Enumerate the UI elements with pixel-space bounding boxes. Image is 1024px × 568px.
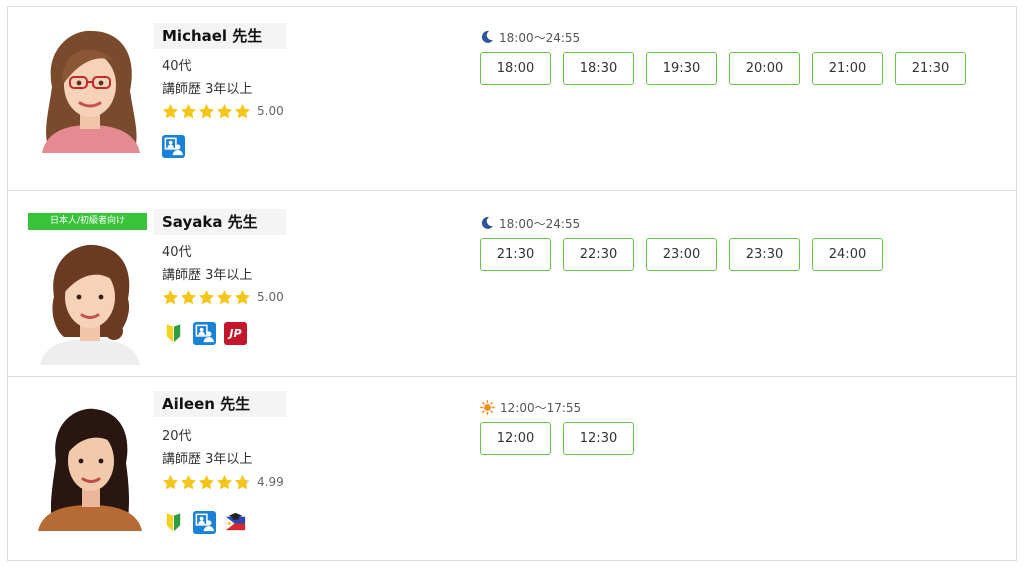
- teacher-experience: 講師歴 3年以上: [162, 82, 253, 97]
- online-lesson-icon: [162, 135, 185, 158]
- star-icon: [216, 289, 233, 306]
- star-icon: [180, 474, 197, 491]
- time-slots: 12:00 12:30: [480, 422, 634, 455]
- online-lesson-icon: [193, 322, 216, 345]
- time-range: 12:00〜17:55: [500, 400, 582, 415]
- moon-icon: [481, 216, 493, 229]
- rating-value: 4.99: [257, 475, 284, 489]
- time-slot-button[interactable]: 21:00: [812, 52, 883, 85]
- star-icon: [180, 289, 197, 306]
- teacher-age: 40代: [162, 245, 192, 260]
- time-range: 18:00〜24:55: [499, 216, 581, 231]
- star-icon: [234, 289, 251, 306]
- teacher-experience: 講師歴 3年以上: [162, 268, 253, 283]
- teacher-experience: 講師歴 3年以上: [162, 452, 253, 467]
- time-slot-button[interactable]: 22:30: [563, 238, 634, 271]
- teacher-list: Michael 先生 40代 講師歴 3年以上 5.00 18:00〜24:55…: [7, 6, 1017, 561]
- beginner-mark-icon: [162, 322, 185, 345]
- time-slots: 21:30 22:30 23:00 23:30 24:00: [480, 238, 883, 271]
- philippines-graduate-icon: [224, 511, 247, 534]
- time-slot-button[interactable]: 18:30: [563, 52, 634, 85]
- time-slot-button[interactable]: 23:00: [646, 238, 717, 271]
- teacher-row[interactable]: 日本人/初級者向け Sayaka 先生 40代 講師歴 3年以上 5.00 JP…: [8, 190, 1016, 376]
- teacher-row[interactable]: Michael 先生 40代 講師歴 3年以上 5.00 18:00〜24:55…: [8, 7, 1016, 190]
- teacher-avatar[interactable]: [34, 27, 146, 153]
- feature-icons: [162, 510, 247, 534]
- star-icon: [198, 474, 215, 491]
- star-icon: [234, 103, 251, 120]
- time-slot-button[interactable]: 20:00: [729, 52, 800, 85]
- time-range-header: 12:00〜17:55: [480, 399, 581, 415]
- teacher-name[interactable]: Michael 先生: [154, 23, 286, 49]
- time-slots: 18:00 18:30 19:30 20:00 21:00 21:30: [480, 52, 966, 85]
- star-icon: [162, 474, 179, 491]
- rating-stars: 5.00: [162, 102, 284, 120]
- rating-value: 5.00: [257, 104, 284, 118]
- teacher-age: 40代: [162, 59, 192, 74]
- teacher-name[interactable]: Aileen 先生: [154, 391, 286, 417]
- star-icon: [198, 289, 215, 306]
- time-slot-button[interactable]: 23:30: [729, 238, 800, 271]
- time-slot-button[interactable]: 21:30: [480, 238, 551, 271]
- rating-stars: 4.99: [162, 473, 284, 491]
- online-lesson-icon: [193, 511, 216, 534]
- star-icon: [162, 289, 179, 306]
- time-slot-button[interactable]: 18:00: [480, 52, 551, 85]
- star-half-icon: [234, 474, 251, 491]
- star-icon: [180, 103, 197, 120]
- beginner-mark-icon: [162, 511, 185, 534]
- teacher-avatar[interactable]: [34, 239, 146, 365]
- teacher-age: 20代: [162, 429, 192, 444]
- time-slot-button[interactable]: 24:00: [812, 238, 883, 271]
- star-icon: [198, 103, 215, 120]
- feature-icons: JP: [162, 321, 247, 345]
- jp-label: JP: [229, 326, 242, 340]
- time-slot-button[interactable]: 12:00: [480, 422, 551, 455]
- feature-icons: [162, 134, 185, 158]
- time-range: 18:00〜24:55: [499, 30, 581, 45]
- star-icon: [216, 474, 233, 491]
- teacher-category-badge: 日本人/初級者向け: [28, 213, 147, 230]
- time-slot-button[interactable]: 12:30: [563, 422, 634, 455]
- star-icon: [162, 103, 179, 120]
- time-range-header: 18:00〜24:55: [480, 215, 580, 231]
- sun-icon: [480, 399, 495, 415]
- moon-icon: [481, 30, 493, 43]
- time-slot-button[interactable]: 19:30: [646, 52, 717, 85]
- japanese-icon: JP: [224, 322, 247, 345]
- rating-value: 5.00: [257, 290, 284, 304]
- star-icon: [216, 103, 233, 120]
- time-range-header: 18:00〜24:55: [480, 29, 580, 45]
- teacher-name[interactable]: Sayaka 先生: [154, 209, 286, 235]
- teacher-avatar[interactable]: [34, 405, 146, 531]
- rating-stars: 5.00: [162, 288, 284, 306]
- teacher-row[interactable]: Aileen 先生 20代 講師歴 3年以上 4.99 12:00〜17:55: [8, 376, 1016, 560]
- time-slot-button[interactable]: 21:30: [895, 52, 966, 85]
